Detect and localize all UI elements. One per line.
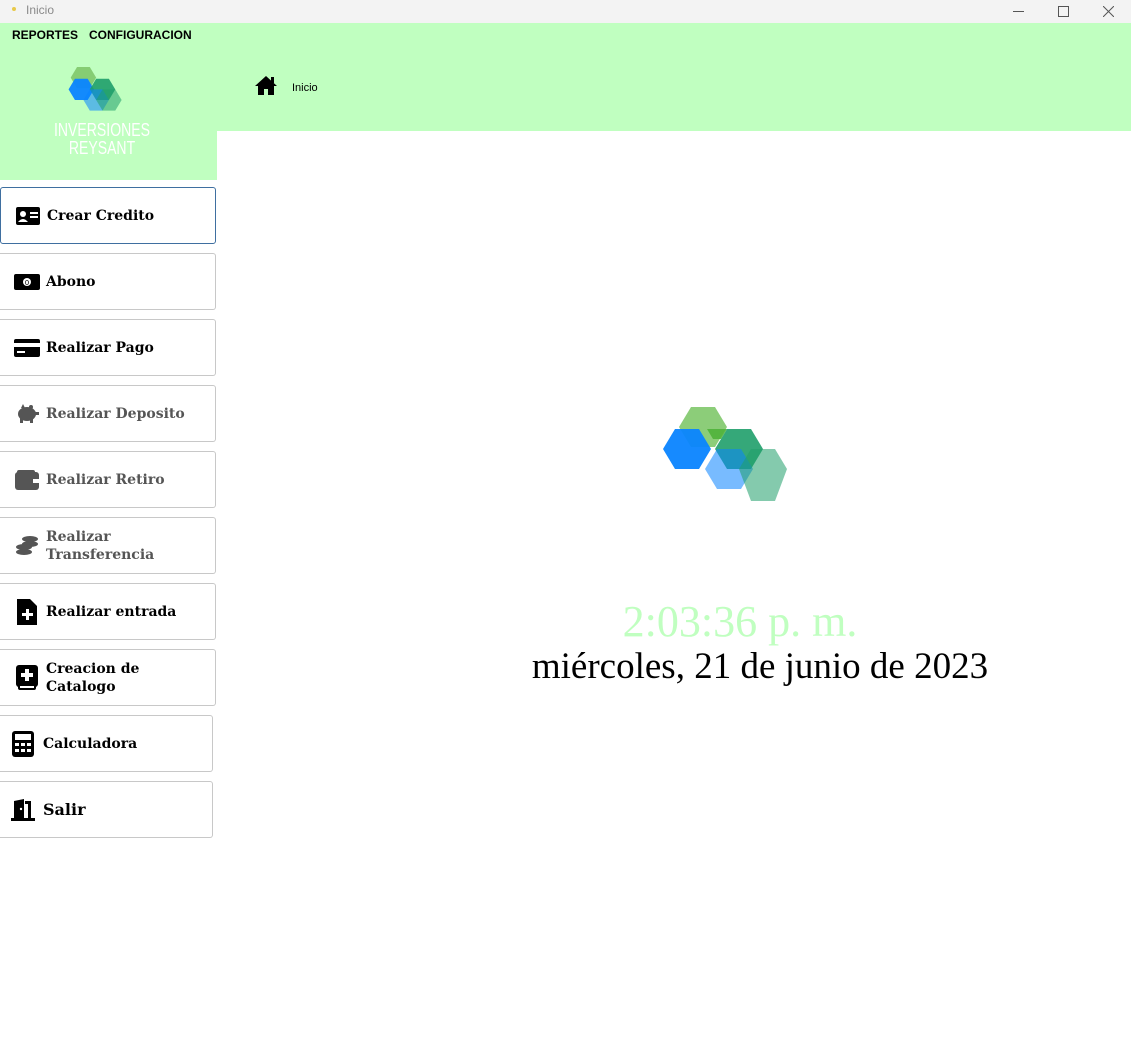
id-card-icon bbox=[15, 203, 41, 229]
sidebar-item-label: Salir bbox=[43, 799, 86, 819]
brand-name: INVERSIONES REYSANT bbox=[54, 121, 151, 157]
credit-card-icon bbox=[14, 335, 40, 361]
sidebar-item-salir[interactable]: Salir bbox=[0, 781, 213, 838]
app-icon bbox=[12, 7, 16, 11]
brand-name-line1: INVERSIONES bbox=[54, 120, 150, 140]
minimize-button[interactable] bbox=[995, 0, 1041, 23]
brand-logo bbox=[68, 67, 122, 111]
sidebar-item-crear-credito[interactable]: Crear Credito bbox=[0, 187, 216, 244]
sidebar-item-label: Crear Credito bbox=[47, 207, 155, 224]
sidebar-item-realizar-retiro[interactable]: Realizar Retiro bbox=[0, 451, 216, 508]
title-bar: Inicio bbox=[0, 0, 1131, 23]
sidebar-item-label: Creacion de Catalogo bbox=[46, 660, 140, 695]
sidebar-item-realizar-transferencia[interactable]: Realizar Transferencia bbox=[0, 517, 216, 574]
menu-configuracion[interactable]: CONFIGURACION bbox=[89, 28, 192, 42]
close-button[interactable] bbox=[1085, 0, 1131, 23]
wallet-icon bbox=[14, 467, 40, 493]
sidebar-item-realizar-pago[interactable]: Realizar Pago bbox=[0, 319, 216, 376]
sidebar-item-calculadora[interactable]: Calculadora bbox=[0, 715, 213, 772]
clock-time: 2:03:36 p. m. bbox=[622, 597, 858, 646]
sidebar-item-label: Realizar Deposito bbox=[46, 405, 185, 422]
calculator-icon bbox=[10, 730, 36, 757]
coins-icon bbox=[14, 533, 40, 559]
maximize-icon bbox=[1057, 6, 1069, 17]
minimize-icon bbox=[1012, 11, 1024, 12]
sidebar-item-creacion-catalogo[interactable]: Creacion de Catalogo bbox=[0, 649, 216, 706]
door-exit-icon bbox=[10, 797, 36, 823]
sidebar-item-abono[interactable]: 0 Abono bbox=[0, 253, 216, 310]
book-plus-icon bbox=[14, 664, 40, 691]
center-logo bbox=[663, 407, 787, 501]
maximize-button[interactable] bbox=[1040, 0, 1086, 23]
menu-bar: REPORTES CONFIGURACION bbox=[0, 23, 1131, 47]
window-title: Inicio bbox=[26, 3, 55, 17]
header-band bbox=[0, 47, 1131, 131]
sidebar-item-label: Realizar entrada bbox=[46, 603, 177, 620]
sidebar-item-label: Abono bbox=[46, 273, 96, 290]
money-bill-icon: 0 bbox=[14, 269, 40, 295]
sidebar-item-label: Realizar Pago bbox=[46, 339, 154, 356]
breadcrumb: Inicio bbox=[292, 82, 318, 94]
current-date: miércoles, 21 de junio de 2023 bbox=[531, 646, 989, 687]
file-plus-icon bbox=[14, 598, 40, 625]
sidebar-item-realizar-deposito[interactable]: Realizar Deposito bbox=[0, 385, 216, 442]
close-icon bbox=[1102, 6, 1114, 17]
sidebar-item-label: Realizar Retiro bbox=[46, 471, 165, 488]
menu-reportes[interactable]: REPORTES bbox=[12, 28, 78, 42]
brand-name-line2: REYSANT bbox=[68, 138, 136, 158]
sidebar-item-realizar-entrada[interactable]: Realizar entrada bbox=[0, 583, 216, 640]
piggy-bank-icon bbox=[14, 401, 40, 427]
sidebar-item-label: Realizar Transferencia bbox=[46, 528, 155, 563]
svg-text:0: 0 bbox=[25, 279, 29, 287]
home-icon[interactable] bbox=[254, 75, 278, 96]
sidebar-item-label: Calculadora bbox=[43, 735, 138, 752]
